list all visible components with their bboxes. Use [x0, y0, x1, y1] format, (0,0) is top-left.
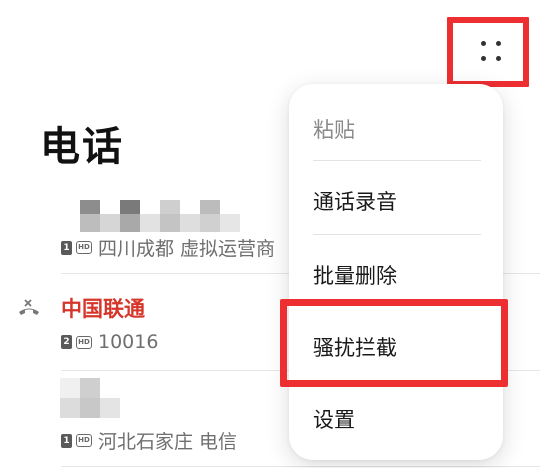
call-location: 四川成都 虚拟运营商	[98, 238, 276, 260]
sim-1-icon: 1	[61, 433, 72, 448]
hd-icon: HD	[76, 434, 92, 447]
hd-icon: HD	[76, 335, 92, 349]
call-location: 河北石家庄 电信	[98, 431, 238, 453]
call-detail-line: 1 HD 四川成都 虚拟运营商	[61, 234, 275, 261]
menu-divider	[313, 160, 481, 161]
menu-item-paste[interactable]: 粘贴	[313, 114, 355, 144]
highlight-box	[280, 299, 508, 387]
call-detail-line: 1 HD 河北石家庄 电信	[61, 427, 237, 454]
blurred-number	[80, 200, 240, 232]
menu-divider	[313, 234, 481, 235]
menu-item-batch-delete[interactable]: 批量删除	[313, 260, 397, 290]
missed-call-icon	[19, 299, 39, 315]
hd-icon: HD	[76, 241, 92, 254]
more-options-button[interactable]	[447, 17, 529, 87]
page-title: 电话	[40, 124, 124, 170]
menu-item-call-recording[interactable]: 通话录音	[313, 186, 397, 216]
menu-item-settings[interactable]: 设置	[313, 404, 355, 434]
contact-name: 中国联通	[61, 297, 145, 321]
call-detail-line: 2 HD 10016	[61, 331, 158, 353]
sim-2-icon: 2	[61, 335, 72, 349]
blurred-number	[60, 378, 120, 418]
divider	[61, 466, 540, 467]
call-number: 10016	[98, 331, 159, 353]
sim-1-icon: 1	[61, 240, 72, 255]
overflow-menu: 粘贴 通话录音 批量删除 骚扰拦截 设置	[289, 84, 503, 460]
